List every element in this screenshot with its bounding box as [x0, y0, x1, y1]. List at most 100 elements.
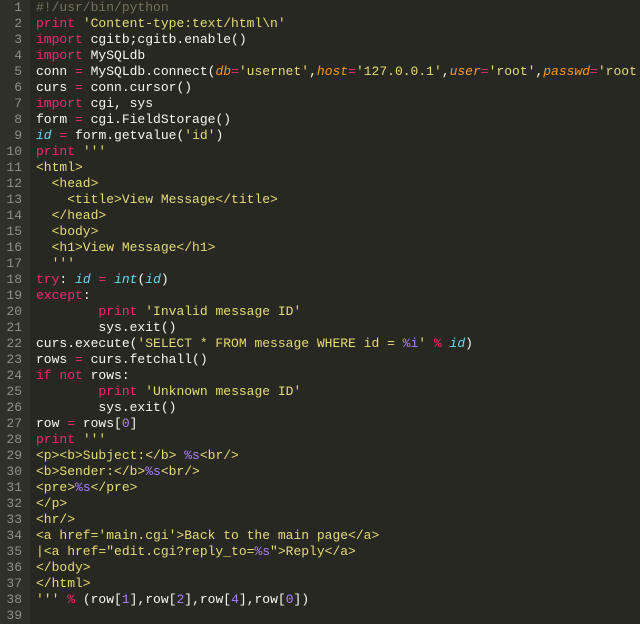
- token: [426, 336, 434, 351]
- token: db: [215, 64, 231, 79]
- token: 'Invalid message ID': [145, 304, 301, 319]
- token: ,: [442, 64, 450, 79]
- line-number: 24: [6, 368, 22, 384]
- code-line[interactable]: <title>View Message</title>: [36, 192, 640, 208]
- token: print: [36, 16, 75, 31]
- token: :: [59, 272, 75, 287]
- code-line[interactable]: print 'Invalid message ID': [36, 304, 640, 320]
- line-number: 11: [6, 160, 22, 176]
- code-line[interactable]: try: id = int(id): [36, 272, 640, 288]
- line-number: 12: [6, 176, 22, 192]
- code-line[interactable]: if not rows:: [36, 368, 640, 384]
- code-line[interactable]: #!/usr/bin/python: [36, 0, 640, 16]
- code-line[interactable]: print ''': [36, 432, 640, 448]
- token: #!/usr/bin/python: [36, 0, 169, 15]
- code-line[interactable]: print ''': [36, 144, 640, 160]
- code-line[interactable]: form = cgi.FieldStorage(): [36, 112, 640, 128]
- code-line[interactable]: ''': [36, 256, 640, 272]
- code-line[interactable]: <body>: [36, 224, 640, 240]
- token: cgi, sys: [83, 96, 153, 111]
- token: ],row[: [239, 592, 286, 607]
- code-line[interactable]: rows = curs.fetchall(): [36, 352, 640, 368]
- code-area[interactable]: #!/usr/bin/pythonprint 'Content-type:tex…: [30, 0, 640, 624]
- line-number: 18: [6, 272, 22, 288]
- code-line[interactable]: </html>: [36, 576, 640, 592]
- code-line[interactable]: <a href='main.cgi'>Back to the main page…: [36, 528, 640, 544]
- line-number: 36: [6, 560, 22, 576]
- code-line[interactable]: <head>: [36, 176, 640, 192]
- token: <body>: [36, 224, 98, 239]
- token: curs.fetchall(): [83, 352, 208, 367]
- token: cgitb;cgitb.enable(): [83, 32, 247, 47]
- token: ''': [83, 432, 106, 447]
- token: ]): [294, 592, 310, 607]
- code-line[interactable]: print 'Unknown message ID': [36, 384, 640, 400]
- code-line[interactable]: sys.exit(): [36, 320, 640, 336]
- token: [36, 304, 98, 319]
- token: not: [59, 368, 82, 383]
- token: <pre>: [36, 480, 75, 495]
- token: %: [434, 336, 442, 351]
- token: ''': [36, 592, 59, 607]
- token: ],row[: [184, 592, 231, 607]
- token: [36, 384, 98, 399]
- token: conn: [36, 64, 75, 79]
- code-editor[interactable]: 1234567891011121314151617181920212223242…: [0, 0, 640, 624]
- code-line[interactable]: <pre>%s</pre>: [36, 480, 640, 496]
- code-line[interactable]: id = form.getvalue('id'): [36, 128, 640, 144]
- line-number: 32: [6, 496, 22, 512]
- code-line[interactable]: curs.execute('SELECT * FROM message WHER…: [36, 336, 640, 352]
- code-line[interactable]: |<a href="edit.cgi?reply_to=%s">Reply</a…: [36, 544, 640, 560]
- code-line[interactable]: <b>Sender:</b>%s<br/>: [36, 464, 640, 480]
- token: 'usernet': [239, 64, 309, 79]
- token: ): [465, 336, 473, 351]
- code-line[interactable]: </head>: [36, 208, 640, 224]
- token: 4: [231, 592, 239, 607]
- token: =: [590, 64, 598, 79]
- code-line[interactable]: sys.exit(): [36, 400, 640, 416]
- token: <br/>: [161, 464, 200, 479]
- token: curs.execute(: [36, 336, 137, 351]
- line-number: 17: [6, 256, 22, 272]
- token: <title>View Message</title>: [36, 192, 278, 207]
- code-line[interactable]: import MySQLdb: [36, 48, 640, 64]
- token: ,: [309, 64, 317, 79]
- code-line[interactable]: <p><b>Subject:</b> %s<br/>: [36, 448, 640, 464]
- token: [75, 16, 83, 31]
- line-number: 9: [6, 128, 22, 144]
- code-line[interactable]: <hr/>: [36, 512, 640, 528]
- token: 1: [122, 592, 130, 607]
- token: ''': [36, 256, 75, 271]
- code-line[interactable]: [36, 608, 640, 624]
- code-line[interactable]: row = rows[0]: [36, 416, 640, 432]
- code-line[interactable]: import cgitb;cgitb.enable(): [36, 32, 640, 48]
- token: '127.0.0.1': [356, 64, 442, 79]
- line-number: 27: [6, 416, 22, 432]
- token: </html>: [36, 576, 91, 591]
- line-number: 29: [6, 448, 22, 464]
- token: id: [145, 272, 161, 287]
- token: import: [36, 96, 83, 111]
- token: =: [231, 64, 239, 79]
- code-line[interactable]: <h1>View Message</h1>: [36, 240, 640, 256]
- code-line[interactable]: <html>: [36, 160, 640, 176]
- token: ): [161, 272, 169, 287]
- line-number: 38: [6, 592, 22, 608]
- code-line[interactable]: conn = MySQLdb.connect(db='usernet',host…: [36, 64, 640, 80]
- line-number: 15: [6, 224, 22, 240]
- token: </pre>: [91, 480, 138, 495]
- code-line[interactable]: </p>: [36, 496, 640, 512]
- code-line[interactable]: print 'Content-type:text/html\n': [36, 16, 640, 32]
- code-line[interactable]: </body>: [36, 560, 640, 576]
- token: import: [36, 32, 83, 47]
- token: </p>: [36, 496, 67, 511]
- code-line[interactable]: except:: [36, 288, 640, 304]
- token: =: [348, 64, 356, 79]
- code-line[interactable]: ''' % (row[1],row[2],row[4],row[0]): [36, 592, 640, 608]
- line-number: 39: [6, 608, 22, 624]
- code-line[interactable]: curs = conn.cursor(): [36, 80, 640, 96]
- line-number: 10: [6, 144, 22, 160]
- line-number: 1: [6, 0, 22, 16]
- code-line[interactable]: import cgi, sys: [36, 96, 640, 112]
- token: %: [67, 592, 75, 607]
